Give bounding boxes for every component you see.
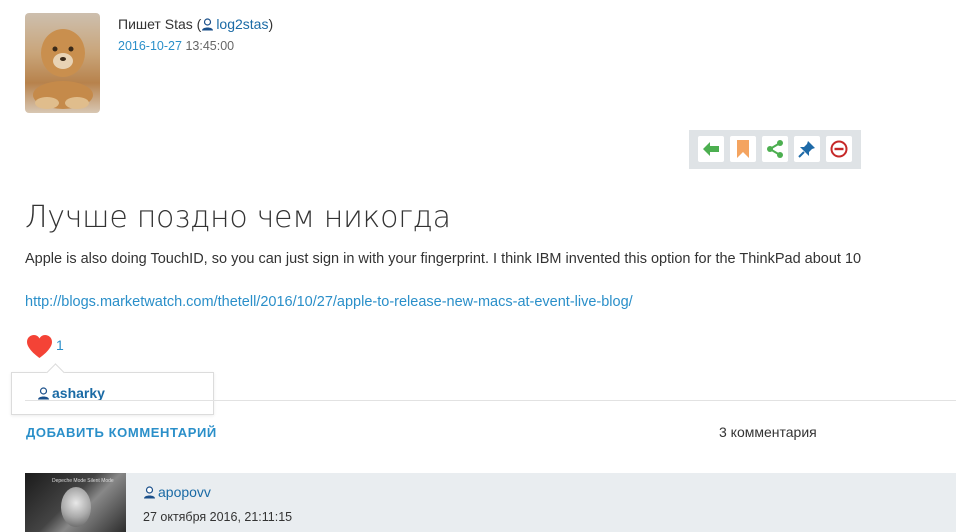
block-icon <box>830 140 848 158</box>
user-icon <box>143 486 156 502</box>
bookmark-button[interactable] <box>730 136 756 162</box>
author-suffix: ) <box>268 16 274 32</box>
commenter-line: apopovv <box>143 484 211 502</box>
comment-date: 27 октября 2016, 21:11:15 <box>143 510 293 524</box>
divider <box>25 400 956 401</box>
reply-arrow-icon <box>703 142 719 156</box>
likers-popup: asharky <box>11 363 214 415</box>
author-line: Пишет Stas ( log2stas) <box>118 16 273 34</box>
commenter-avatar[interactable]: Depeche Mode Silent Mode <box>25 473 126 532</box>
post-datetime: 2016-10-27 13:45:00 <box>118 39 234 53</box>
author-username-link[interactable]: log2stas <box>216 16 268 32</box>
reply-button[interactable] <box>698 136 724 162</box>
block-button[interactable] <box>826 136 852 162</box>
liker-username[interactable]: asharky <box>52 385 105 401</box>
avatar-face <box>61 487 91 527</box>
avatar-album-text: Depeche Mode Silent Mode <box>52 478 114 484</box>
user-icon <box>201 18 214 34</box>
share-icon <box>767 140 783 158</box>
commenter-username[interactable]: apopovv <box>158 484 211 500</box>
author-prefix: Пишет Stas ( <box>118 16 202 32</box>
post-link[interactable]: http://blogs.marketwatch.com/thetell/201… <box>25 294 633 310</box>
like-button[interactable] <box>26 334 53 364</box>
post-body: Apple is also doing TouchID, so you can … <box>25 251 862 267</box>
bookmark-icon <box>737 140 749 158</box>
author-avatar[interactable] <box>25 13 100 113</box>
post-date[interactable]: 2016-10-27 <box>118 39 182 53</box>
comment-count: 3 комментария <box>719 424 817 440</box>
heart-icon <box>27 335 52 358</box>
popup-caret <box>46 363 65 382</box>
post-toolbar <box>689 130 861 169</box>
pin-button[interactable] <box>794 136 820 162</box>
post-title: Лучше поздно чем никогда <box>25 200 451 235</box>
add-comment-link[interactable]: ДОБАВИТЬ КОММЕНТАРИЙ <box>26 425 217 440</box>
pin-icon <box>798 141 815 158</box>
post-time: 13:45:00 <box>185 39 235 53</box>
share-button[interactable] <box>762 136 788 162</box>
like-count[interactable]: 1 <box>56 337 64 353</box>
